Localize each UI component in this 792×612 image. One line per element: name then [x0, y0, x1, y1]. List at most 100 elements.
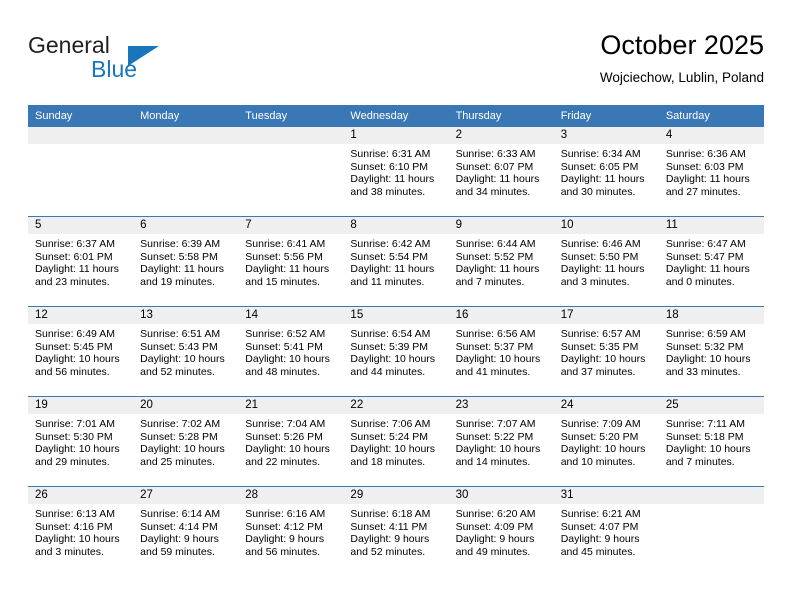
weekday-header-thursday: Thursday [448, 105, 554, 127]
calendar-day-cell[interactable]: 13 Sunrise: 6:51 AM Sunset: 5:43 PM Dayligh… [133, 306, 239, 397]
sunrise-text: Sunrise: 7:11 AM [665, 418, 746, 430]
weekday-header-sunday: Sunday [28, 105, 134, 127]
daylight-text: and 25 minutes. [140, 455, 215, 468]
day-number: 28 [238, 487, 344, 504]
sunrise-text: Sunrise: 7:09 AM [560, 418, 641, 430]
calendar-day-cell[interactable]: 27 Sunrise: 6:14 AM Sunset: 4:14 PM Dayligh… [133, 486, 239, 576]
day-number: 6 [133, 217, 239, 234]
day-number: 29 [343, 487, 449, 504]
sunset-text: Sunset: 5:32 PM [665, 340, 744, 353]
weekday-header-saturday: Saturday [658, 105, 764, 127]
day-number [658, 487, 764, 504]
calendar-day-cell[interactable]: 25 Sunrise: 7:11 AM Sunset: 5:18 PM Dayligh… [658, 396, 764, 487]
sunrise-text: Sunrise: 6:37 AM [35, 238, 115, 250]
sunset-text: Sunset: 6:03 PM [665, 160, 744, 173]
calendar-day-cell[interactable]: 20 Sunrise: 7:02 AM Sunset: 5:28 PM Dayligh… [133, 396, 239, 487]
calendar-day-cell[interactable]: 16 Sunrise: 6:56 AM Sunset: 5:37 PM Dayligh… [448, 306, 554, 397]
brand-logo[interactable]: General Blue [28, 32, 248, 90]
sunrise-text: Sunrise: 6:39 AM [140, 238, 221, 250]
title-block: October 2025 Wojciechow, Lublin, Poland [600, 28, 764, 88]
daylight-text: Daylight: 11 hours [140, 263, 224, 276]
calendar-day-cell[interactable]: 4 Sunrise: 6:36 AM Sunset: 6:03 PM Daylight… [658, 127, 764, 217]
calendar-day-cell[interactable]: 10 Sunrise: 6:46 AM Sunset: 5:50 PM Dayligh… [553, 216, 659, 307]
sunset-text: Sunset: 5:50 PM [560, 250, 639, 263]
calendar-day-cell[interactable]: 26 Sunrise: 6:13 AM Sunset: 4:16 PM Dayligh… [28, 486, 134, 576]
sunrise-text: Sunrise: 6:36 AM [665, 148, 746, 160]
calendar-day-cell[interactable]: 11 Sunrise: 6:47 AM Sunset: 5:47 PM Dayligh… [658, 216, 764, 307]
daylight-text: Daylight: 10 hours [560, 353, 646, 366]
calendar-day-cell[interactable]: 12 Sunrise: 6:49 AM Sunset: 5:45 PM Dayligh… [28, 306, 134, 397]
calendar-day-cell[interactable]: 18 Sunrise: 6:59 AM Sunset: 5:32 PM Dayligh… [658, 306, 764, 397]
calendar-grid: Sunday Monday Tuesday Wednesday Thursday… [28, 105, 764, 576]
sunset-text: Sunset: 6:01 PM [35, 250, 113, 263]
calendar-day-cell[interactable]: 7 Sunrise: 6:41 AM Sunset: 5:56 PM Daylight… [238, 216, 344, 307]
calendar-week-row: 26 Sunrise: 6:13 AM Sunset: 4:16 PM Dayligh… [28, 486, 764, 576]
day-details: Sunrise: 6:41 AM Sunset: 5:56 PM Daylight:… [238, 234, 343, 288]
calendar-week-row: 12 Sunrise: 6:49 AM Sunset: 5:45 PM Dayligh… [28, 306, 764, 397]
sunrise-text: Sunrise: 6:41 AM [245, 238, 326, 250]
daylight-text: and 7 minutes. [455, 275, 525, 288]
day-details: Sunrise: 6:33 AM Sunset: 6:07 PM Daylight:… [449, 144, 554, 198]
calendar-day-cell[interactable]: 29 Sunrise: 6:18 AM Sunset: 4:11 PM Dayligh… [343, 486, 449, 576]
day-details: Sunrise: 6:14 AM Sunset: 4:14 PM Daylight:… [133, 504, 238, 558]
sunset-text: Sunset: 5:18 PM [665, 430, 744, 443]
day-number: 20 [133, 397, 239, 414]
day-number: 22 [343, 397, 449, 414]
daylight-text: and 29 minutes. [35, 455, 110, 468]
calendar-day-cell[interactable]: 28 Sunrise: 6:16 AM Sunset: 4:12 PM Dayligh… [238, 486, 344, 576]
calendar-day-cell[interactable]: 17 Sunrise: 6:57 AM Sunset: 5:35 PM Dayligh… [553, 306, 659, 397]
calendar-day-cell[interactable]: 30 Sunrise: 6:20 AM Sunset: 4:09 PM Dayligh… [448, 486, 554, 576]
daylight-text: Daylight: 10 hours [665, 353, 751, 366]
day-number [133, 127, 239, 144]
daylight-text: Daylight: 10 hours [35, 353, 120, 366]
sunrise-text: Sunrise: 6:49 AM [35, 328, 115, 340]
calendar-day-cell[interactable]: 9 Sunrise: 6:44 AM Sunset: 5:52 PM Daylight… [448, 216, 554, 307]
calendar-day-cell[interactable]: 14 Sunrise: 6:52 AM Sunset: 5:41 PM Dayligh… [238, 306, 344, 397]
page-header: General Blue October 2025 Wojciechow, Lu… [28, 28, 764, 100]
daylight-text: and 11 minutes. [350, 275, 425, 288]
calendar-day-cell[interactable]: 19 Sunrise: 7:01 AM Sunset: 5:30 PM Dayligh… [28, 396, 134, 487]
calendar-day-cell[interactable]: 24 Sunrise: 7:09 AM Sunset: 5:20 PM Dayligh… [553, 396, 659, 487]
daylight-text: and 3 minutes. [560, 275, 630, 288]
brand-name-general: General [28, 32, 110, 58]
day-details: Sunrise: 7:09 AM Sunset: 5:20 PM Daylight:… [554, 414, 659, 468]
day-details: Sunrise: 6:16 AM Sunset: 4:12 PM Daylight:… [238, 504, 343, 558]
daylight-text: and 14 minutes. [455, 455, 531, 468]
calendar-day-cell[interactable]: 3 Sunrise: 6:34 AM Sunset: 6:05 PM Daylight… [553, 127, 659, 217]
calendar-day-cell[interactable]: 15 Sunrise: 6:54 AM Sunset: 5:39 PM Dayligh… [343, 306, 449, 397]
sunset-text: Sunset: 5:37 PM [455, 340, 534, 353]
calendar-page: General Blue October 2025 Wojciechow, Lu… [0, 0, 792, 612]
calendar-day-cell[interactable]: 21 Sunrise: 7:04 AM Sunset: 5:26 PM Dayligh… [238, 396, 344, 487]
sunset-text: Sunset: 4:07 PM [560, 520, 639, 533]
daylight-text: and 30 minutes. [560, 185, 636, 198]
calendar-day-cell[interactable]: 23 Sunrise: 7:07 AM Sunset: 5:22 PM Dayligh… [448, 396, 554, 487]
daylight-text: Daylight: 9 hours [245, 533, 325, 546]
day-number: 31 [553, 487, 659, 504]
daylight-text: and 45 minutes. [560, 545, 636, 558]
calendar-day-cell[interactable]: 8 Sunrise: 6:42 AM Sunset: 5:54 PM Daylight… [343, 216, 449, 307]
daylight-text: and 22 minutes. [245, 455, 320, 468]
daylight-text: Daylight: 10 hours [140, 353, 225, 366]
day-number: 8 [343, 217, 449, 234]
day-details: Sunrise: 7:04 AM Sunset: 5:26 PM Daylight:… [238, 414, 343, 468]
daylight-text: Daylight: 10 hours [35, 533, 120, 546]
calendar-day-cell[interactable]: 1 Sunrise: 6:31 AM Sunset: 6:10 PM Daylight… [343, 127, 449, 217]
day-number: 10 [553, 217, 659, 234]
calendar-day-cell[interactable]: 5 Sunrise: 6:37 AM Sunset: 6:01 PM Daylight… [28, 216, 134, 307]
day-details: Sunrise: 6:42 AM Sunset: 5:54 PM Daylight:… [343, 234, 448, 288]
daylight-text: Daylight: 10 hours [455, 443, 541, 456]
day-number: 24 [553, 397, 659, 414]
day-number: 19 [28, 397, 134, 414]
daylight-text: Daylight: 9 hours [140, 533, 219, 546]
calendar-day-cell[interactable]: 22 Sunrise: 7:06 AM Sunset: 5:24 PM Dayligh… [343, 396, 449, 487]
day-details: Sunrise: 6:21 AM Sunset: 4:07 PM Daylight:… [554, 504, 659, 558]
calendar-day-cell[interactable]: 2 Sunrise: 6:33 AM Sunset: 6:07 PM Daylight… [448, 127, 554, 217]
day-details: Sunrise: 6:37 AM Sunset: 6:01 PM Daylight:… [28, 234, 133, 288]
sunset-text: Sunset: 5:20 PM [560, 430, 639, 443]
daylight-text: and 48 minutes. [245, 365, 320, 378]
day-details: Sunrise: 6:54 AM Sunset: 5:39 PM Daylight:… [343, 324, 448, 378]
calendar-day-cell[interactable]: 6 Sunrise: 6:39 AM Sunset: 5:58 PM Daylight… [133, 216, 239, 307]
brand-name-blue: Blue [91, 56, 138, 82]
daylight-text: and 0 minutes. [665, 275, 735, 288]
calendar-day-cell[interactable]: 31 Sunrise: 6:21 AM Sunset: 4:07 PM Dayligh… [553, 486, 659, 576]
